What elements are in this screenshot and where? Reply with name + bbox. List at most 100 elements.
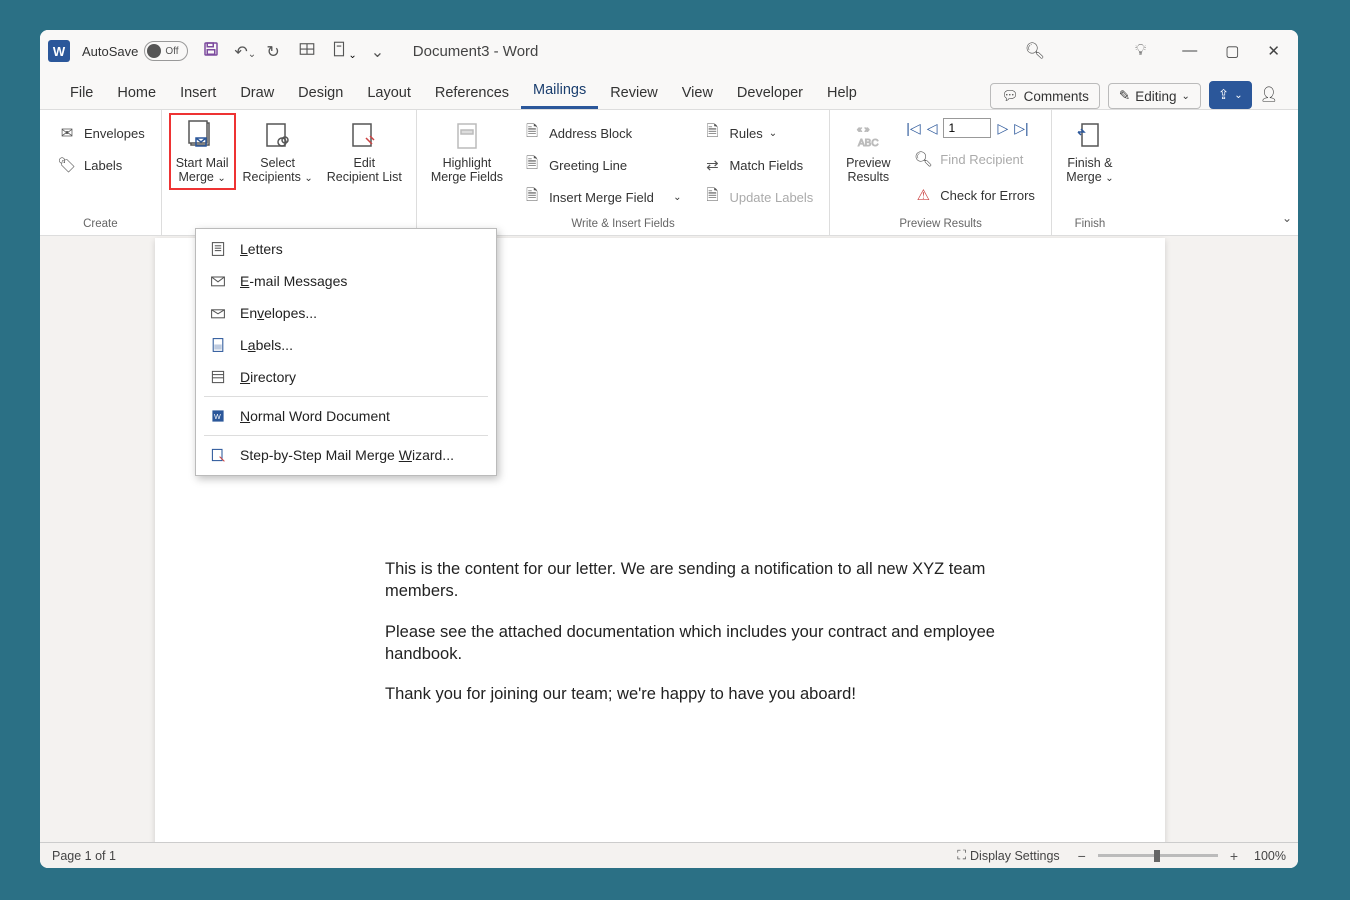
menu-wizard[interactable]: Step-by-Step Mail Merge Wizard...: [196, 439, 496, 471]
word-doc-icon: W: [208, 407, 228, 425]
page-icon: 🗎: [521, 122, 543, 144]
start-mail-merge-icon: [184, 118, 220, 154]
tab-view[interactable]: View: [670, 77, 725, 109]
save-icon[interactable]: [202, 40, 220, 63]
display-settings-button[interactable]: Display Settings: [970, 849, 1060, 863]
word-app-icon: W: [48, 40, 70, 62]
table-icon[interactable]: [298, 40, 316, 63]
check-errors-button[interactable]: ⚠︎Check for Errors: [906, 180, 1041, 210]
recipients-icon: [260, 118, 296, 154]
group-preview-results: « »ABC Preview Results |◁ ◁ ▷ ▷| 🔍︎Find …: [830, 110, 1052, 235]
labels-button[interactable]: 🏷︎Labels: [50, 150, 151, 180]
page-icon: 🗎: [521, 186, 543, 208]
search-icon[interactable]: 🔍︎: [1025, 41, 1045, 61]
update-icon: 🗎: [701, 186, 723, 208]
display-settings-icon[interactable]: ⛶: [957, 848, 966, 863]
collapse-ribbon-icon[interactable]: ⌄: [1282, 211, 1292, 225]
tab-design[interactable]: Design: [286, 77, 355, 109]
start-mail-merge-button[interactable]: Start Mail Merge ⌄: [172, 116, 233, 187]
prev-record-icon[interactable]: ◁: [927, 120, 938, 137]
comments-button[interactable]: 💬︎Comments: [990, 83, 1099, 109]
undo-icon[interactable]: ↶⌄: [234, 42, 252, 60]
zoom-level[interactable]: 100%: [1254, 849, 1286, 863]
find-recipient-button: 🔍︎Find Recipient: [906, 144, 1041, 174]
menu-letters[interactable]: Letters: [196, 233, 496, 265]
highlight-icon: [449, 118, 485, 154]
tab-file[interactable]: File: [58, 77, 105, 109]
menu-email[interactable]: E-mail Messages: [196, 265, 496, 297]
tab-review[interactable]: Review: [598, 77, 670, 109]
email-icon: [208, 272, 228, 290]
zoom-slider[interactable]: [1098, 854, 1218, 857]
edit-list-icon: [346, 118, 382, 154]
group-finish: Finish & Merge ⌄ Finish: [1052, 110, 1128, 235]
next-record-icon[interactable]: ▷: [997, 120, 1008, 137]
tab-help[interactable]: Help: [815, 77, 869, 109]
status-bar: Page 1 of 1 ⛶ Display Settings − + 100%: [40, 842, 1298, 868]
paragraph: Please see the attached documentation wh…: [385, 621, 1045, 666]
label-icon: 🏷︎: [56, 154, 78, 176]
highlight-merge-fields-button: Highlight Merge Fields: [427, 116, 507, 212]
finish-icon: [1072, 118, 1108, 154]
group-start-mail-merge: Start Mail Merge ⌄ Select Recipients ⌄ E…: [162, 110, 416, 235]
autosave-toggle[interactable]: Off: [144, 41, 188, 61]
match-icon: ⇄: [701, 154, 723, 176]
tab-draw[interactable]: Draw: [228, 77, 286, 109]
insert-merge-field-button[interactable]: 🗎Insert Merge Field ⌄: [515, 182, 687, 212]
tab-developer[interactable]: Developer: [725, 77, 815, 109]
match-fields-button[interactable]: ⇄Match Fields: [695, 150, 819, 180]
envelopes-button[interactable]: ✉︎Envelopes: [50, 118, 151, 148]
minimize-icon[interactable]: —: [1182, 42, 1197, 60]
paragraph: This is the content for our letter. We a…: [385, 558, 1045, 603]
tab-insert[interactable]: Insert: [168, 77, 228, 109]
menu-normal-doc[interactable]: WNormal Word Document: [196, 400, 496, 432]
document-title: Document3 - Word: [413, 43, 539, 60]
zoom-in-icon[interactable]: +: [1226, 848, 1242, 864]
share-button[interactable]: ⇪⌄: [1209, 81, 1252, 109]
qat-overflow-icon[interactable]: ⌄: [371, 42, 389, 60]
tab-mailings[interactable]: Mailings: [521, 74, 598, 109]
pencil-icon: ✎: [1119, 88, 1130, 104]
edit-recipient-list-button[interactable]: Edit Recipient List: [323, 116, 406, 187]
zoom-out-icon[interactable]: −: [1074, 848, 1090, 864]
editing-mode-button[interactable]: ✎Editing⌄: [1108, 83, 1201, 109]
menu-envelopes[interactable]: Envelopes...: [196, 297, 496, 329]
maximize-icon[interactable]: ▢: [1225, 42, 1239, 60]
finish-merge-button[interactable]: Finish & Merge ⌄: [1062, 116, 1118, 187]
rules-icon: 🗎: [701, 122, 723, 144]
greeting-line-button[interactable]: 🗎Greeting Line: [515, 150, 687, 180]
group-create: ✉︎Envelopes 🏷︎Labels Create: [40, 110, 162, 235]
redo-icon[interactable]: ↻: [266, 42, 284, 60]
tab-layout[interactable]: Layout: [355, 77, 423, 109]
label-icon: [208, 336, 228, 354]
directory-icon: [208, 368, 228, 386]
menu-labels[interactable]: Labels...: [196, 329, 496, 361]
preview-results-button[interactable]: « »ABC Preview Results: [840, 116, 896, 210]
first-record-icon[interactable]: |◁: [906, 120, 920, 137]
page-icon[interactable]: ⌄: [330, 40, 356, 63]
start-mail-merge-dropdown: Letters E-mail Messages Envelopes... Lab…: [195, 228, 497, 476]
lightbulb-icon[interactable]: 💡︎: [1135, 42, 1146, 60]
account-icon[interactable]: 👤︎: [1252, 80, 1286, 109]
group-write-insert: Highlight Merge Fields 🗎Address Block 🗎G…: [416, 110, 830, 235]
record-number-input[interactable]: [943, 118, 991, 138]
tab-references[interactable]: References: [423, 77, 521, 109]
menu-directory[interactable]: Directory: [196, 361, 496, 393]
tab-home[interactable]: Home: [105, 77, 168, 109]
address-block-button[interactable]: 🗎Address Block: [515, 118, 687, 148]
close-icon[interactable]: ✕: [1267, 42, 1280, 60]
letters-icon: [208, 240, 228, 258]
check-icon: ⚠︎: [912, 184, 934, 206]
svg-text:ABC: ABC: [858, 138, 879, 149]
page-icon: 🗎: [521, 154, 543, 176]
paragraph: Thank you for joining our team; we're ha…: [385, 683, 1045, 705]
update-labels-button: 🗎Update Labels: [695, 182, 819, 212]
last-record-icon[interactable]: ▷|: [1014, 120, 1028, 137]
envelope-icon: [208, 304, 228, 322]
rules-button[interactable]: 🗎Rules ⌄: [695, 118, 819, 148]
svg-text:« »: « »: [857, 124, 870, 134]
quick-access-toolbar: ↶⌄ ↻ ⌄ ⌄: [202, 40, 388, 63]
page-indicator[interactable]: Page 1 of 1: [52, 849, 116, 863]
select-recipients-button[interactable]: Select Recipients ⌄: [239, 116, 317, 187]
wizard-icon: [208, 446, 228, 464]
